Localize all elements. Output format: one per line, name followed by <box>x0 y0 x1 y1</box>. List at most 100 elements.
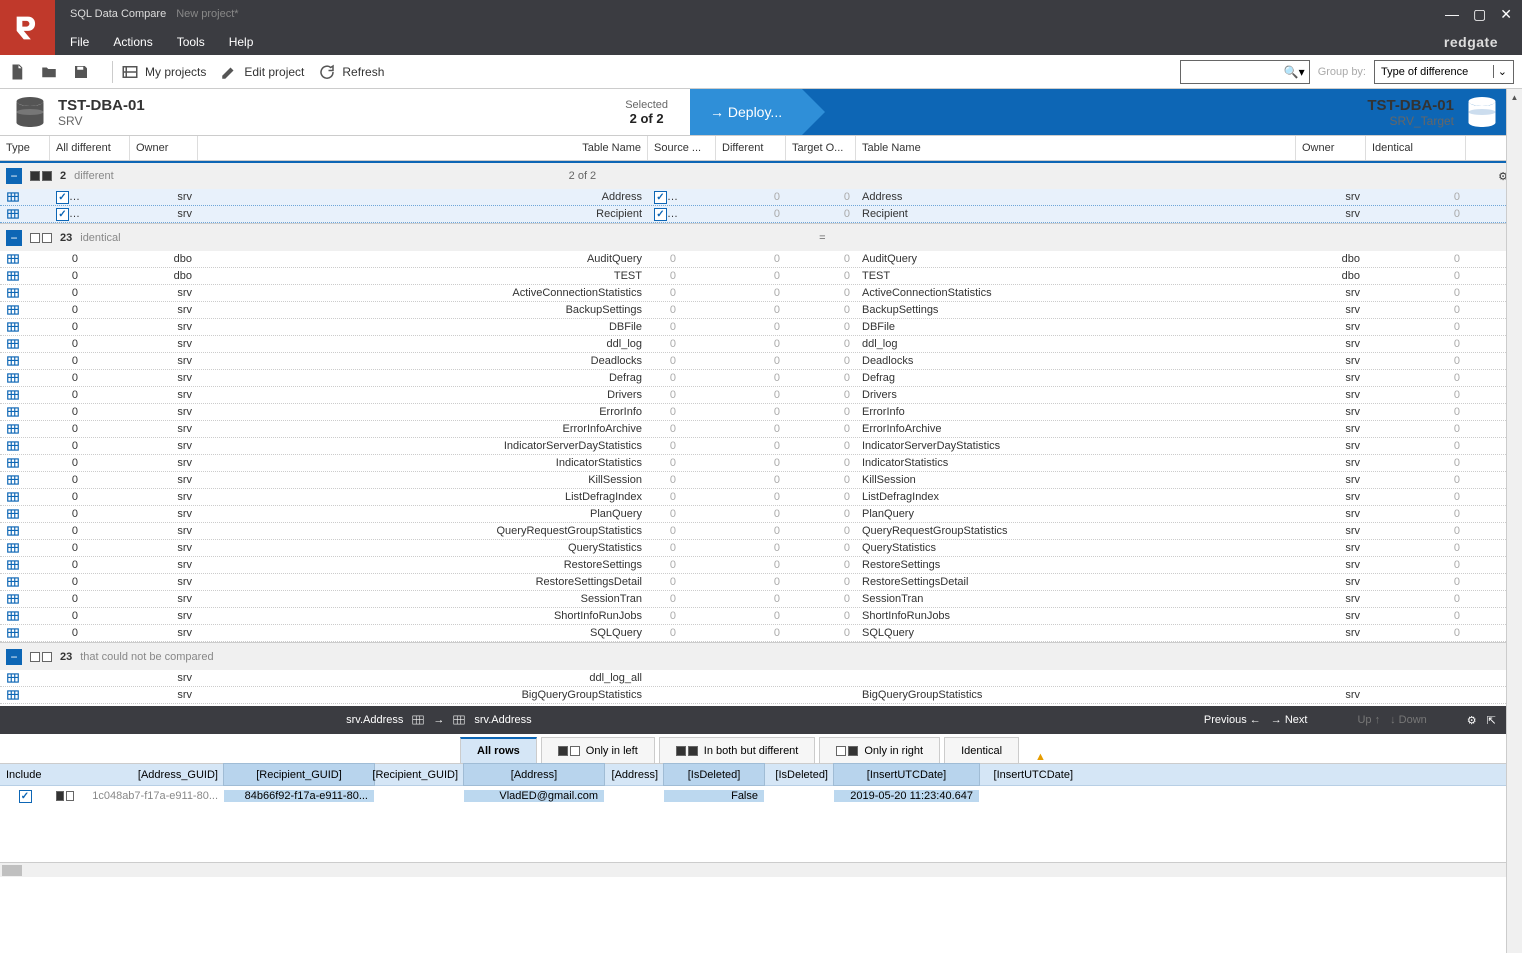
app-title: SQL Data Compare <box>70 8 166 20</box>
col-different[interactable]: Different <box>716 136 786 160</box>
warning-icon[interactable]: ▲ <box>1035 751 1046 763</box>
col-tablename[interactable]: Table Name <box>198 136 648 160</box>
table-row[interactable]: 0 srv IndicatorStatistics 0 0 0 Indicato… <box>0 455 1522 472</box>
target-schema: SRV_Target <box>1367 114 1454 128</box>
database-icon <box>12 94 48 130</box>
app-logo <box>0 0 55 55</box>
target-db-name: TST-DBA-01 <box>1367 97 1454 114</box>
open-button[interactable] <box>40 63 58 81</box>
table-row[interactable]: 0 srv IndicatorServerDayStatistics 0 0 0… <box>0 438 1522 455</box>
tab-identical[interactable]: Identical <box>944 737 1019 763</box>
row-checkbox[interactable] <box>654 191 667 204</box>
table-row[interactable]: 0 srv DBFile 0 0 0 DBFile srv 0 <box>0 319 1522 336</box>
row-checkbox[interactable] <box>654 208 667 221</box>
menu-help[interactable]: Help <box>229 35 254 49</box>
menu-actions[interactable]: Actions <box>113 35 152 49</box>
search-input[interactable]: 🔍▾ <box>1180 60 1310 84</box>
table-row[interactable]: 0 dbo TEST 0 0 0 TEST dbo 0 <box>0 268 1522 285</box>
close-icon[interactable]: ✕ <box>1500 6 1512 23</box>
group-notcompared[interactable]: − 23 that could not be compared <box>0 642 1522 670</box>
new-file-button[interactable] <box>8 63 26 81</box>
table-row[interactable]: 0 srv QueryRequestGroupStatistics 0 0 0 … <box>0 523 1522 540</box>
table-row[interactable]: 1 srv Address 1 0 0 Address srv 0 <box>0 189 1522 206</box>
table-row[interactable]: srv ddl_log_all <box>0 670 1522 687</box>
title-bar: SQL Data Compare New project* — ▢ ✕ <box>0 0 1522 28</box>
table-row[interactable]: 0 dbo AuditQuery 0 0 0 AuditQuery dbo 0 <box>0 251 1522 268</box>
table-row[interactable]: 0 srv ErrorInfoArchive 0 0 0 ErrorInfoAr… <box>0 421 1522 438</box>
table-row[interactable]: 0 srv Defrag 0 0 0 Defrag srv 0 <box>0 370 1522 387</box>
next-button[interactable]: → Next <box>1271 714 1308 726</box>
group-checkbox-pair[interactable] <box>30 171 52 181</box>
source-db-name: TST-DBA-01 <box>58 97 145 114</box>
table-row[interactable]: 0 srv SessionTran 0 0 0 SessionTran srv … <box>0 591 1522 608</box>
comparison-grid[interactable]: − 2 different 2 of 2 ⚙ 1 srv Address 1 0… <box>0 161 1522 706</box>
group-checkbox-pair[interactable] <box>30 652 52 662</box>
table-row[interactable]: 1 srv Recipient 1 0 0 Recipient srv 0 <box>0 206 1522 223</box>
vertical-scrollbar[interactable]: ▲ <box>1506 89 1522 953</box>
collapse-button[interactable]: − <box>6 168 22 184</box>
horizontal-scrollbar[interactable] <box>0 862 1522 877</box>
prev-button[interactable]: Previous ← <box>1204 714 1261 726</box>
tab-only-right[interactable]: Only in right <box>819 737 940 763</box>
arrow-right-icon: → <box>433 714 444 726</box>
project-name: New project* <box>176 8 238 20</box>
row-checkbox[interactable] <box>56 208 69 221</box>
detail-data-row[interactable]: 1c048ab7-f17a-e911-80... 84b66f92-f17a-e… <box>0 786 1522 806</box>
table-row[interactable]: 0 srv ActiveConnectionStatistics 0 0 0 A… <box>0 285 1522 302</box>
col-owner[interactable]: Owner <box>130 136 198 160</box>
column-headers: Type All different Owner Table Name Sour… <box>0 136 1522 161</box>
group-checkbox-pair[interactable] <box>30 233 52 243</box>
col-tablename2[interactable]: Table Name <box>856 136 1296 160</box>
col-targetonly[interactable]: Target O... <box>786 136 856 160</box>
table-row[interactable]: 0 srv BackupSettings 0 0 0 BackupSetting… <box>0 302 1522 319</box>
table-row[interactable]: 0 srv RestoreSettings 0 0 0 RestoreSetti… <box>0 557 1522 574</box>
refresh-button[interactable]: Refresh <box>318 63 384 81</box>
col-sourceonly[interactable]: Source ... <box>648 136 716 160</box>
tab-all-rows[interactable]: All rows <box>460 737 537 763</box>
up-button[interactable]: Up ↑ <box>1357 714 1380 726</box>
compare-left: srv.Address <box>346 714 403 726</box>
table-row[interactable]: 0 srv ddl_log 0 0 0 ddl_log srv 0 <box>0 336 1522 353</box>
col-alldifferent[interactable]: All different <box>50 136 130 160</box>
edit-project-button[interactable]: Edit project <box>220 63 304 81</box>
col-identical[interactable]: Identical <box>1366 136 1466 160</box>
menu-file[interactable]: File <box>70 35 89 49</box>
row-checkbox[interactable] <box>56 191 69 204</box>
collapse-button[interactable]: − <box>6 649 22 665</box>
my-projects-button[interactable]: My projects <box>121 63 206 81</box>
groupby-select[interactable]: Type of difference⌄ <box>1374 60 1514 84</box>
table-row[interactable]: srv BigQueryGroupStatistics BigQueryGrou… <box>0 687 1522 704</box>
table-row[interactable]: 0 srv Deadlocks 0 0 0 Deadlocks srv 0 <box>0 353 1522 370</box>
group-different[interactable]: − 2 different 2 of 2 ⚙ <box>0 161 1522 189</box>
table-row[interactable]: 0 srv RestoreSettingsDetail 0 0 0 Restor… <box>0 574 1522 591</box>
table-row[interactable]: 0 srv SQLQuery 0 0 0 SQLQuery srv 0 <box>0 625 1522 642</box>
include-checkbox[interactable] <box>19 790 32 803</box>
brand-label: redgate <box>1444 34 1498 50</box>
table-row[interactable]: 0 srv ShortInfoRunJobs 0 0 0 ShortInfoRu… <box>0 608 1522 625</box>
gear-icon[interactable]: ⚙ <box>1467 714 1477 727</box>
toolbar: My projects Edit project Refresh 🔍▾ Grou… <box>0 55 1522 89</box>
group-identical[interactable]: − 23 identical = <box>0 223 1522 251</box>
popout-icon[interactable]: ⇱ <box>1487 714 1496 727</box>
table-row[interactable]: 0 srv PlanQuery 0 0 0 PlanQuery srv 0 <box>0 506 1522 523</box>
menu-tools[interactable]: Tools <box>177 35 205 49</box>
deploy-button[interactable]: → Deploy... <box>690 89 802 135</box>
maximize-icon[interactable]: ▢ <box>1473 6 1486 23</box>
col-type[interactable]: Type <box>0 136 50 160</box>
collapse-button[interactable]: − <box>6 230 22 246</box>
table-row[interactable]: 0 srv ListDefragIndex 0 0 0 ListDefragIn… <box>0 489 1522 506</box>
col-owner2[interactable]: Owner <box>1296 136 1366 160</box>
down-button[interactable]: ↓ Down <box>1390 714 1427 726</box>
save-button[interactable] <box>72 63 90 81</box>
compare-right: srv.Address <box>474 714 531 726</box>
minimize-icon[interactable]: — <box>1445 6 1459 23</box>
source-schema: SRV <box>58 114 145 128</box>
table-row[interactable]: 0 srv Drivers 0 0 0 Drivers srv 0 <box>0 387 1522 404</box>
table-row[interactable]: 0 srv QueryStatistics 0 0 0 QueryStatist… <box>0 540 1522 557</box>
table-row[interactable]: 0 srv KillSession 0 0 0 KillSession srv … <box>0 472 1522 489</box>
selected-count: 2 of 2 <box>630 111 664 126</box>
table-row[interactable]: 0 srv ErrorInfo 0 0 0 ErrorInfo srv 0 <box>0 404 1522 421</box>
table-icon <box>452 713 466 727</box>
tab-both-different[interactable]: In both but different <box>659 737 816 763</box>
tab-only-left[interactable]: Only in left <box>541 737 655 763</box>
